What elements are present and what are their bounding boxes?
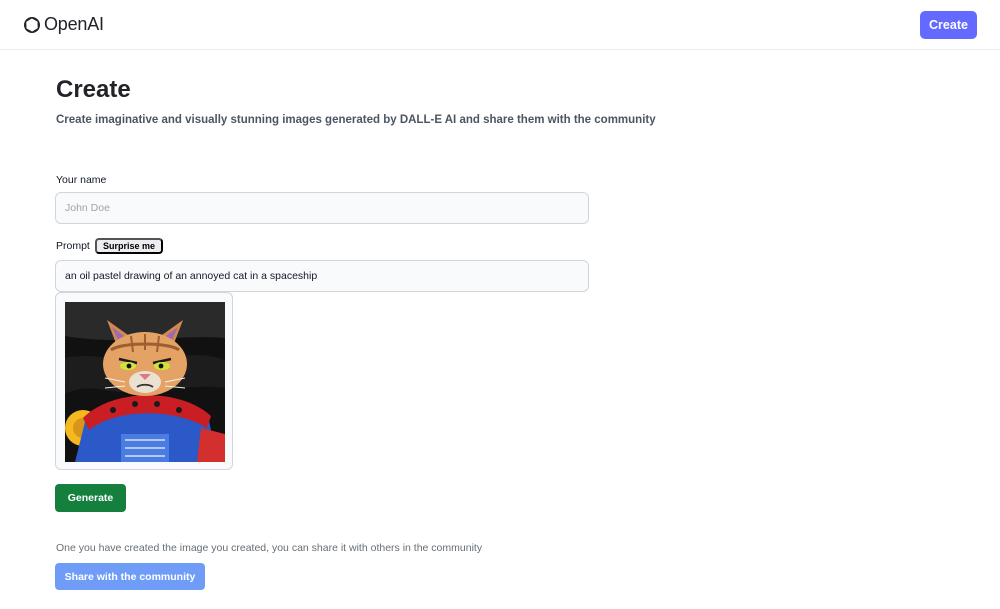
surprise-me-button[interactable]: Surprise me [95,238,164,254]
page-title: Create [56,76,131,103]
generated-cat-image [65,302,225,462]
generated-image-preview [55,292,233,470]
openai-logo-icon [22,15,42,35]
name-label: Your name [56,174,107,186]
create-button[interactable]: Create [920,11,977,39]
openai-logo[interactable]: OpenAI [22,14,104,35]
logo-text: OpenAI [44,14,104,34]
top-header: OpenAI Create [0,0,1000,50]
share-with-community-button[interactable]: Share with the community [55,563,205,590]
name-input[interactable] [55,192,589,224]
share-note: One you have created the image you creat… [56,542,483,554]
prompt-input[interactable] [55,260,589,292]
generate-button[interactable]: Generate [55,484,126,512]
page-subtitle: Create imaginative and visually stunning… [56,114,656,126]
prompt-label: Prompt [56,240,90,252]
